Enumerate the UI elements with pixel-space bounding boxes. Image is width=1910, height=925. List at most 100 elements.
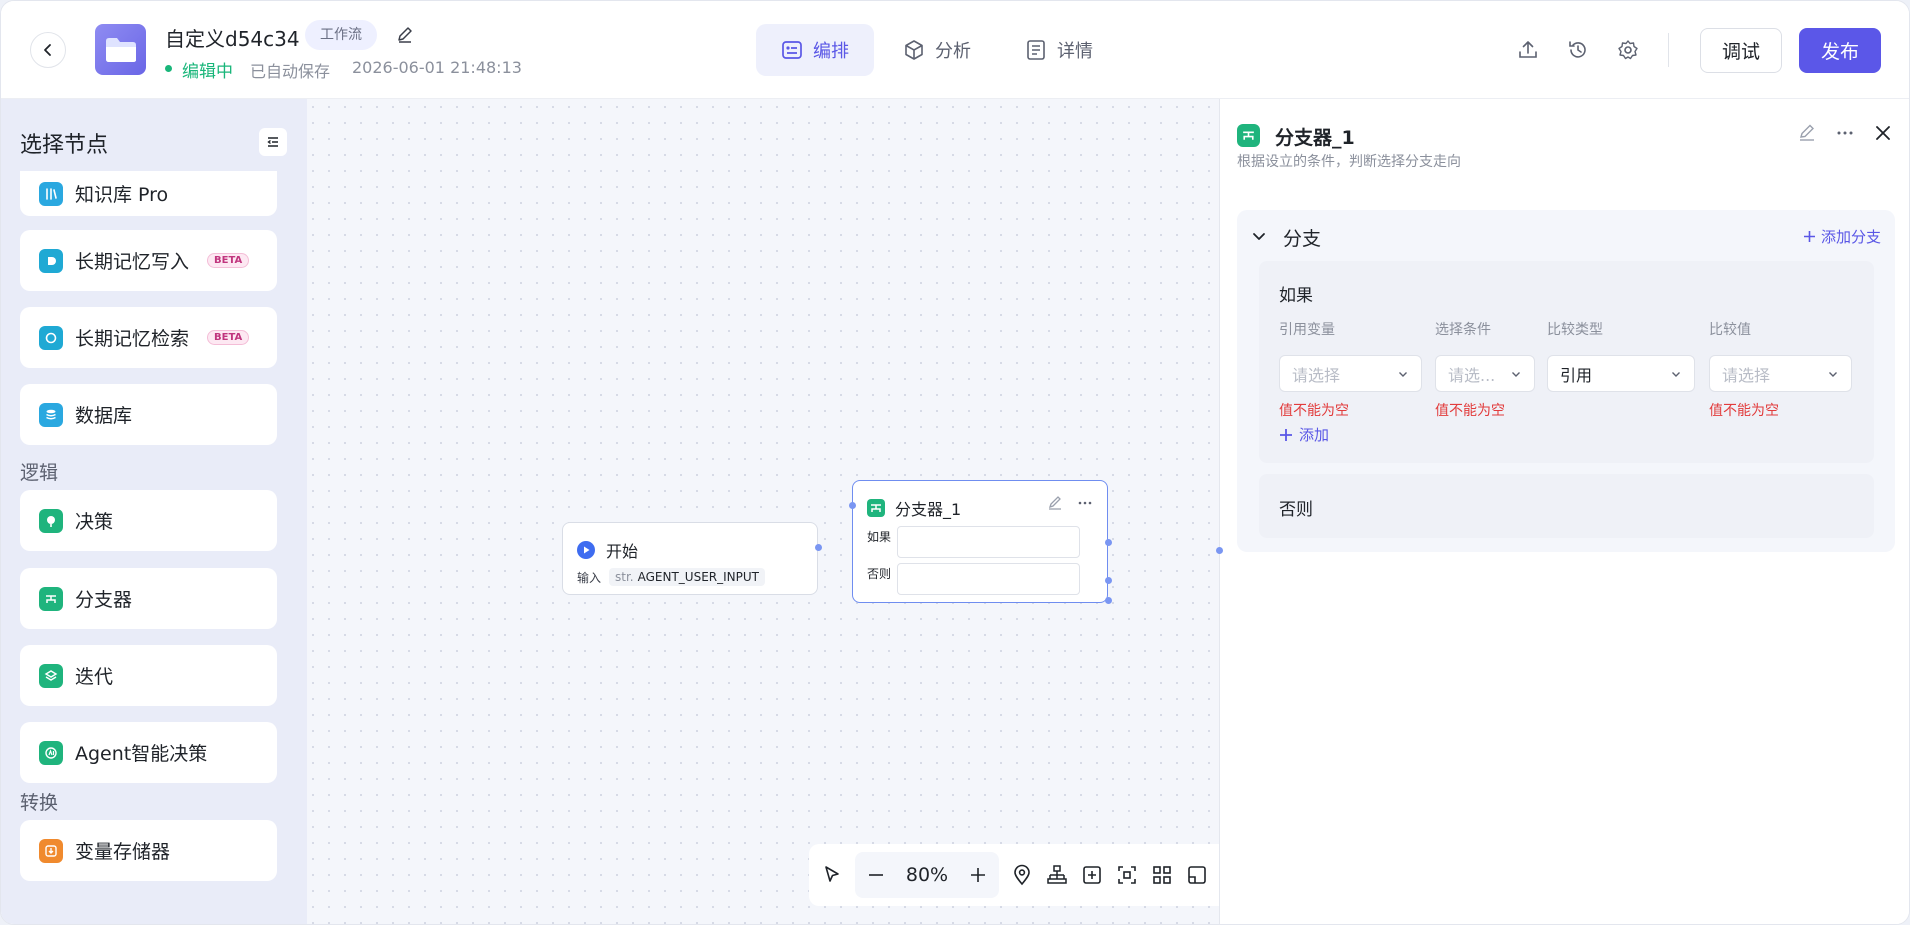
if-slot[interactable] bbox=[897, 526, 1080, 558]
column-header: 引用变量 bbox=[1279, 322, 1335, 338]
section-transform: 转换 bbox=[20, 792, 59, 814]
zoom-in-icon[interactable] bbox=[969, 866, 987, 884]
sidebar-item-label: 长期记忆写入 bbox=[75, 251, 190, 273]
more-icon[interactable] bbox=[1077, 495, 1093, 511]
more-icon[interactable] bbox=[1835, 123, 1855, 143]
column-header: 比较值 bbox=[1709, 322, 1751, 338]
memory-write-icon bbox=[39, 248, 63, 273]
section-title: 分支 bbox=[1283, 228, 1322, 250]
var-type: str. bbox=[615, 570, 634, 584]
cube-icon bbox=[905, 40, 923, 60]
node-config-panel: 分支器_1 根据设立的条件，判断选择分支走向 分支 添加分支 如果 引用变量 选… bbox=[1219, 99, 1909, 924]
error-message: 值不能为空 bbox=[1709, 403, 1779, 419]
sidebar-item-label: 知识库 Pro bbox=[75, 184, 169, 206]
tab-label: 分析 bbox=[935, 41, 971, 62]
gear-icon[interactable] bbox=[1617, 39, 1639, 61]
minimap-icon[interactable] bbox=[1186, 864, 1208, 886]
start-output-port[interactable] bbox=[815, 544, 822, 551]
tab-label: 详情 bbox=[1057, 41, 1093, 62]
tab-orchestrate[interactable]: 编排 bbox=[756, 24, 874, 76]
if-output-port[interactable] bbox=[1105, 539, 1112, 546]
header-divider bbox=[1668, 33, 1669, 67]
sidebar-item-agent[interactable]: Agent智能决策 bbox=[20, 722, 277, 783]
variable-store-icon bbox=[39, 838, 63, 863]
var-name: AGENT_USER_INPUT bbox=[637, 570, 759, 584]
sidebar-item-database[interactable]: 数据库 bbox=[20, 384, 277, 445]
agent-icon bbox=[39, 740, 63, 765]
chevron-down-icon bbox=[1399, 371, 1407, 377]
plus-icon bbox=[1803, 231, 1815, 242]
edit-icon[interactable] bbox=[1047, 495, 1063, 511]
top-header: 自定义d54c34 工作流 编辑中 已自动保存 2026-06-01 21:48… bbox=[1, 1, 1909, 99]
column-header: 比较类型 bbox=[1547, 322, 1603, 338]
edit-icon[interactable] bbox=[1797, 123, 1817, 143]
debug-button[interactable]: 调试 bbox=[1700, 28, 1782, 73]
tab-label: 编排 bbox=[813, 41, 849, 62]
branch-node[interactable]: 分支器_1 如果 否则 bbox=[852, 480, 1108, 603]
compare-value-select[interactable]: 请选择 bbox=[1709, 355, 1852, 392]
start-node[interactable]: 开始 输入 str. AGENT_USER_INPUT bbox=[562, 522, 818, 595]
grid-icon[interactable] bbox=[1151, 864, 1173, 886]
select-value: 引用 bbox=[1560, 365, 1593, 385]
column-header: 选择条件 bbox=[1435, 322, 1491, 338]
fit-view-icon[interactable] bbox=[1116, 864, 1138, 886]
location-icon[interactable] bbox=[1011, 864, 1033, 886]
chevron-left-icon bbox=[44, 44, 51, 56]
sidebar-item-label: 决策 bbox=[75, 511, 114, 533]
pointer-icon[interactable] bbox=[821, 864, 843, 886]
add-branch-label: 添加分支 bbox=[1820, 228, 1881, 246]
panel-tools bbox=[1797, 123, 1893, 143]
collapse-sidebar-button[interactable] bbox=[259, 128, 287, 156]
else-title: 否则 bbox=[1279, 500, 1313, 520]
chevron-down-icon[interactable] bbox=[1251, 228, 1267, 244]
zoom-out-icon[interactable] bbox=[867, 866, 885, 884]
branch-node-title: 分支器_1 bbox=[895, 500, 962, 519]
sidebar-item-memory-write[interactable]: 长期记忆写入 BETA bbox=[20, 230, 277, 291]
plus-icon bbox=[1280, 428, 1292, 441]
tab-details[interactable]: 详情 bbox=[1000, 24, 1118, 76]
if-title: 如果 bbox=[1279, 286, 1313, 306]
sidebar-item-branch[interactable]: 分支器 bbox=[20, 568, 277, 629]
sidebar-item-label: Agent智能决策 bbox=[75, 743, 208, 765]
sidebar-item-label: 分支器 bbox=[75, 589, 133, 611]
branch-input-port[interactable] bbox=[849, 502, 856, 509]
add-node-icon[interactable] bbox=[1081, 864, 1103, 886]
condition-select[interactable]: 请选... bbox=[1435, 355, 1535, 392]
compare-type-select[interactable]: 引用 bbox=[1547, 355, 1695, 392]
sidebar-item-iteration[interactable]: 迭代 bbox=[20, 645, 277, 706]
sidebar-item-variable-store[interactable]: 变量存储器 bbox=[20, 820, 277, 881]
database-icon bbox=[39, 402, 63, 427]
play-icon bbox=[577, 541, 595, 559]
layout-tree-icon[interactable] bbox=[1046, 864, 1068, 886]
add-condition-label: 添加 bbox=[1299, 426, 1330, 444]
sidebar-item-decision[interactable]: 决策 bbox=[20, 490, 277, 551]
select-value: 请选择 bbox=[1722, 365, 1771, 385]
branch-icon bbox=[1237, 124, 1260, 147]
else-output-port[interactable] bbox=[1105, 577, 1112, 584]
add-condition-button[interactable]: 添加 bbox=[1279, 424, 1329, 445]
sidebar-item-knowledge-pro[interactable]: 知识库 Pro bbox=[20, 171, 277, 216]
chevron-down-icon bbox=[1672, 371, 1680, 377]
collapse-icon bbox=[267, 137, 278, 147]
start-node-title: 开始 bbox=[606, 542, 639, 561]
else-slot[interactable] bbox=[897, 563, 1080, 595]
add-branch-button[interactable]: 添加分支 bbox=[1803, 226, 1881, 247]
close-icon[interactable] bbox=[1873, 123, 1893, 143]
sidebar-title: 选择节点 bbox=[20, 133, 109, 158]
history-icon[interactable] bbox=[1567, 39, 1589, 61]
start-node-header: 开始 bbox=[577, 538, 638, 562]
if-label: 如果 bbox=[867, 530, 892, 544]
edit-title-icon[interactable] bbox=[396, 26, 414, 44]
sidebar-item-label: 长期记忆检索 bbox=[75, 328, 190, 350]
autosave-text: 已自动保存 bbox=[250, 62, 331, 81]
document-icon bbox=[1027, 40, 1045, 60]
branch-resize-handle[interactable] bbox=[1105, 597, 1112, 604]
reference-variable-select[interactable]: 请选择 bbox=[1279, 355, 1422, 392]
beta-badge: BETA bbox=[207, 253, 250, 268]
sidebar-item-memory-search[interactable]: 长期记忆检索 BETA bbox=[20, 307, 277, 368]
back-button[interactable] bbox=[30, 32, 66, 68]
tab-analysis[interactable]: 分析 bbox=[878, 24, 996, 76]
upload-icon[interactable] bbox=[1517, 39, 1539, 61]
publish-button[interactable]: 发布 bbox=[1799, 28, 1881, 73]
branch-icon bbox=[39, 586, 63, 611]
